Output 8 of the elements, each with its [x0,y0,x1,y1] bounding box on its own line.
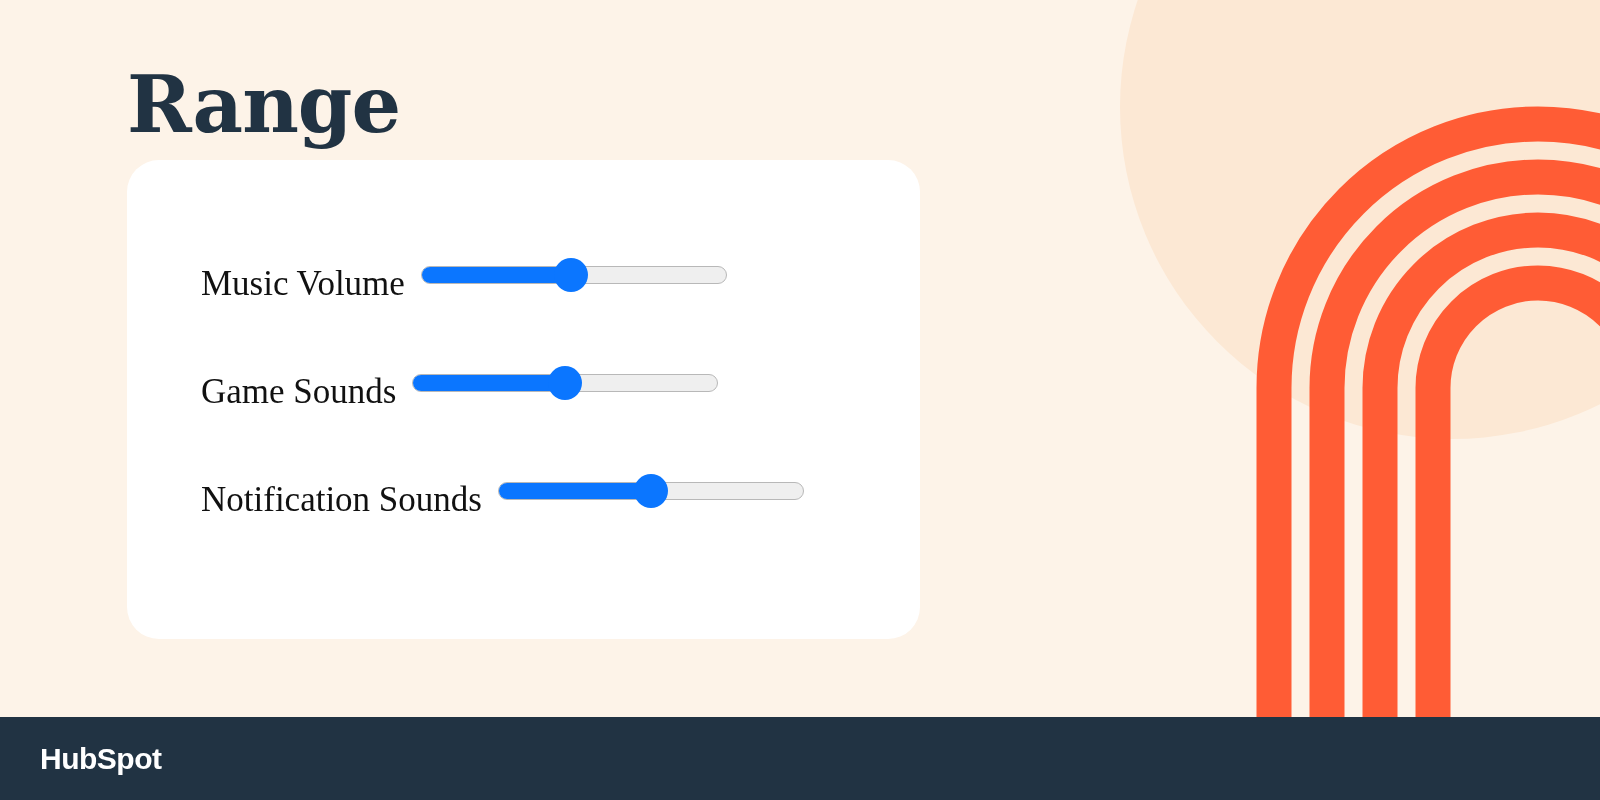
range-slider[interactable] [497,473,804,508]
range-slider[interactable] [420,257,727,292]
range-slider[interactable] [412,365,719,400]
brand-logo: HubSpot [40,741,162,776]
slider-label: Game Sounds [201,370,397,412]
slider-label: Music Volume [201,262,405,304]
slider-label: Notification Sounds [201,478,482,520]
page-title: Range [127,58,402,152]
